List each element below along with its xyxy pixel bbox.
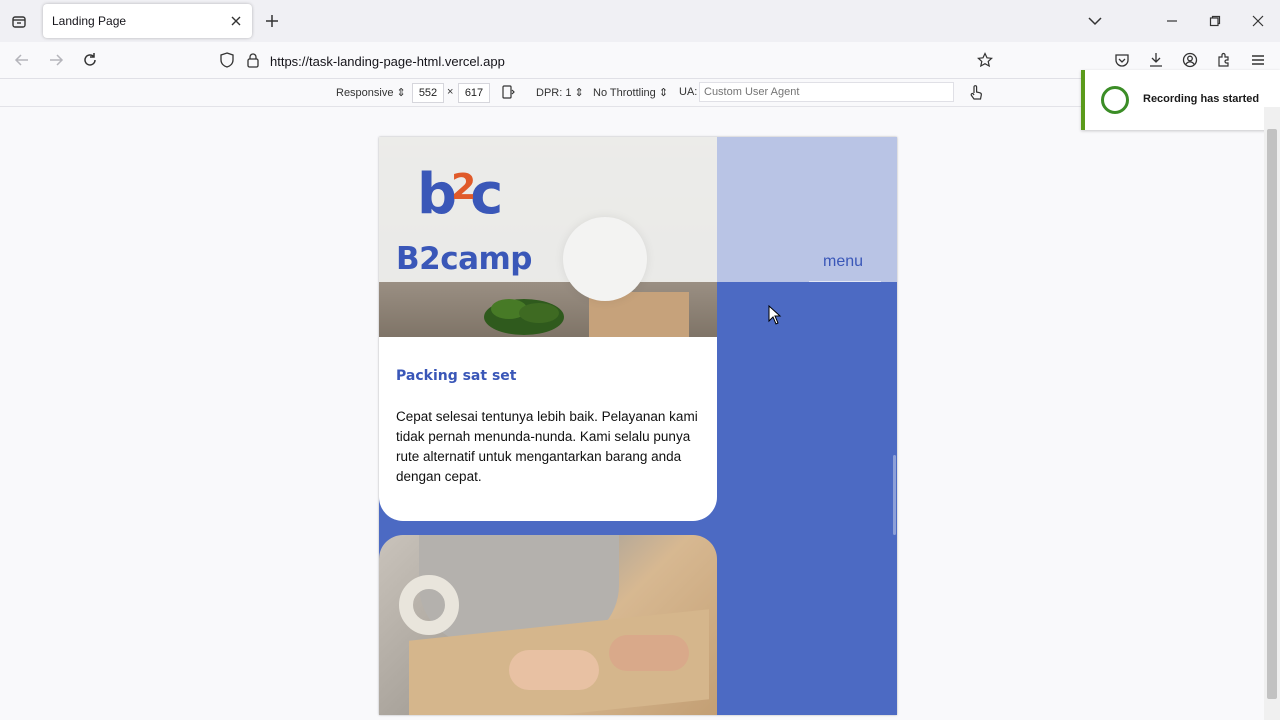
scrollbar-thumb[interactable] <box>1267 129 1277 699</box>
device-selector[interactable]: Responsive ⇕ <box>336 86 406 99</box>
ua-label: UA: <box>679 86 698 98</box>
hand-shape-2 <box>609 635 689 671</box>
height-input[interactable]: 617 <box>458 83 490 103</box>
close-window-icon[interactable] <box>1248 11 1268 31</box>
throttling-label: No Throttling <box>593 87 656 99</box>
url-bar[interactable]: https://task-landing-page-html.vercel.ap… <box>210 46 1000 76</box>
logo-b: b <box>417 162 457 227</box>
menu-icon[interactable] <box>1248 50 1268 70</box>
brand-name: B2camp <box>396 241 533 277</box>
star-icon[interactable] <box>975 50 995 70</box>
tape-roll <box>399 575 459 635</box>
dpr-label: DPR: 1 <box>536 87 572 99</box>
user-agent-input[interactable] <box>699 82 954 102</box>
hero-image: b2c B2camp <box>379 137 717 337</box>
forward-icon[interactable] <box>46 50 66 70</box>
throttling-selector[interactable]: No Throttling ⇕ <box>593 86 668 99</box>
menu-underline <box>809 281 881 282</box>
hand-shape <box>509 650 599 690</box>
card-text: Cepat selesai tentunya lebih baik. Pelay… <box>396 409 698 484</box>
updown-icon: ⇕ <box>396 87 406 99</box>
logo-c: c <box>470 162 503 227</box>
minimize-icon[interactable] <box>1162 11 1182 31</box>
notification-text: Recording has started <box>1143 93 1260 105</box>
clock-image <box>563 217 647 301</box>
b2c-logo: b2c <box>417 167 503 223</box>
packing-photo <box>379 535 717 715</box>
restore-icon[interactable] <box>1205 11 1225 31</box>
width-input[interactable]: 552 <box>412 83 444 103</box>
shield-icon[interactable] <box>217 50 237 70</box>
rotate-icon[interactable] <box>500 84 516 103</box>
recording-icon <box>1101 86 1129 114</box>
recording-notification: Recording has started <box>1081 70 1280 130</box>
active-tab[interactable]: Landing Page <box>43 4 252 38</box>
page-scrollbar[interactable] <box>893 455 896 535</box>
tab-list-icon[interactable] <box>8 10 30 32</box>
device-label: Responsive <box>336 87 394 99</box>
reload-icon[interactable] <box>80 50 100 70</box>
chevron-down-icon[interactable] <box>1086 12 1104 30</box>
close-tab-icon[interactable] <box>228 13 244 29</box>
back-icon[interactable] <box>12 50 32 70</box>
new-tab-icon[interactable] <box>262 11 282 31</box>
download-icon[interactable] <box>1146 50 1166 70</box>
mouse-cursor-icon <box>768 305 782 325</box>
dpr-selector[interactable]: DPR: 1 ⇕ <box>536 86 584 99</box>
menu-panel <box>717 137 897 282</box>
tab-title: Landing Page <box>52 14 127 28</box>
logo-two: 2 <box>451 167 476 208</box>
account-icon[interactable] <box>1180 50 1200 70</box>
feature-card: Packing sat set Cepat selesai tentunya l… <box>379 337 717 521</box>
device-viewport: b2c B2camp Packing sat set Cepat selesai… <box>379 137 897 715</box>
pocket-icon[interactable] <box>1112 50 1132 70</box>
lock-icon[interactable] <box>243 50 263 70</box>
plant-image <box>484 299 564 335</box>
tab-strip: Landing Page <box>0 0 1280 42</box>
menu-link[interactable]: menu <box>823 253 863 271</box>
dimension-separator: × <box>447 86 454 98</box>
url-text: https://task-landing-page-html.vercel.ap… <box>270 54 505 69</box>
touch-simulation-icon[interactable] <box>968 84 984 105</box>
extensions-icon[interactable] <box>1214 50 1234 70</box>
card-title: Packing sat set <box>396 368 517 384</box>
window-scrollbar[interactable] <box>1264 107 1280 720</box>
